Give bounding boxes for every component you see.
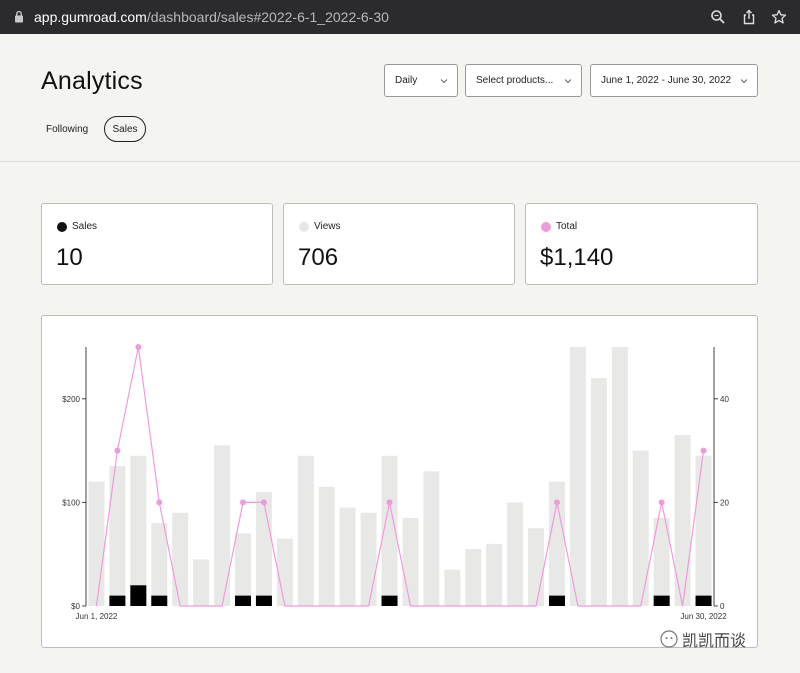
stat-label: Total	[556, 221, 578, 232]
total-legend-dot	[541, 222, 551, 232]
views-bar	[569, 347, 586, 606]
products-select-value: Select products...	[476, 75, 554, 86]
total-point	[135, 344, 142, 350]
views-bar	[444, 569, 461, 606]
views-bar	[528, 528, 545, 606]
y-tick-label-right: 40	[720, 395, 729, 404]
bookmark-star-icon[interactable]	[771, 9, 787, 25]
views-bar	[151, 523, 168, 606]
tab-sales[interactable]: Sales	[104, 116, 146, 142]
zoom-icon[interactable]	[710, 9, 726, 25]
views-bar	[465, 549, 482, 606]
stat-label: Sales	[72, 221, 98, 232]
stat-card-views: Views 706	[283, 203, 515, 285]
lock-icon	[15, 10, 23, 23]
interval-select-value: Daily	[395, 75, 418, 86]
sales-bar	[381, 595, 398, 606]
page-title: Analytics	[41, 67, 143, 95]
watermark: 凯凯而谈	[660, 627, 746, 651]
sales-bar	[255, 595, 272, 606]
chevron-down-icon	[440, 79, 448, 84]
views-bar	[486, 543, 503, 606]
views-bar	[235, 533, 251, 606]
total-point	[240, 499, 246, 506]
chevron-down-icon	[740, 79, 748, 84]
views-bar	[193, 559, 210, 606]
views-bar	[611, 347, 628, 606]
stat-card-total: Total $1,140	[525, 203, 758, 285]
views-bar	[255, 492, 272, 606]
total-point	[386, 499, 393, 506]
views-bar	[339, 507, 356, 606]
stat-value: $1,140	[540, 244, 614, 271]
y-tick-label-right: 0	[720, 602, 725, 611]
total-point	[554, 499, 560, 506]
header-divider	[0, 161, 800, 162]
views-bar	[130, 455, 147, 606]
sales-legend-dot	[57, 222, 67, 232]
browser-address-bar[interactable]: app.gumroad.com/dashboard/sales#2022-6-1…	[0, 0, 800, 34]
share-icon[interactable]	[741, 9, 757, 25]
sales-bar	[549, 595, 565, 606]
views-bar	[214, 445, 231, 606]
y-tick-label-left: $100	[62, 498, 80, 507]
products-select[interactable]: Select products...	[465, 64, 582, 97]
views-bar	[402, 517, 419, 606]
stat-label: Views	[314, 221, 341, 232]
views-legend-dot	[299, 222, 309, 232]
total-point	[156, 499, 163, 506]
watermark-text: 凯凯而谈	[682, 633, 747, 650]
views-bar	[88, 481, 105, 606]
views-bar	[632, 450, 649, 606]
chevron-down-icon	[564, 79, 572, 84]
y-tick-label-right: 20	[720, 498, 729, 507]
views-bar	[507, 502, 524, 606]
tab-following[interactable]: Following	[46, 124, 88, 135]
views-bar	[276, 538, 293, 606]
x-tick-label: Jun 1, 2022	[76, 612, 118, 621]
interval-select[interactable]: Daily	[384, 64, 458, 97]
views-bar	[590, 378, 607, 606]
views-bar	[109, 466, 126, 606]
stat-value: 10	[56, 244, 83, 271]
views-bar	[360, 512, 377, 606]
sales-bar	[695, 595, 712, 606]
x-tick-label: Jun 30, 2022	[680, 612, 727, 621]
y-tick-label-left: $200	[62, 395, 80, 404]
stat-value: 706	[298, 244, 339, 271]
sales-bar	[653, 595, 670, 606]
total-point	[260, 499, 267, 506]
url-domain: app.gumroad.com	[34, 9, 147, 25]
views-bar	[318, 486, 335, 606]
stat-card-sales: Sales 10	[41, 203, 273, 285]
url-path: /dashboard/sales#2022-6-1_2022-6-30	[146, 9, 389, 25]
views-bar	[172, 512, 189, 606]
url-text[interactable]: app.gumroad.com/dashboard/sales#2022-6-1…	[34, 9, 389, 25]
sales-bar	[109, 595, 126, 606]
date-range-select[interactable]: June 1, 2022 - June 30, 2022	[590, 64, 758, 97]
sales-bar	[235, 595, 251, 606]
views-bar	[423, 471, 440, 606]
wechat-icon	[660, 630, 678, 648]
total-point	[114, 447, 121, 454]
y-tick-label-left: $0	[71, 602, 80, 611]
sales-bar	[151, 595, 168, 606]
sales-bar	[130, 585, 147, 606]
views-bar	[695, 455, 712, 606]
total-point	[700, 447, 707, 454]
views-bar	[297, 455, 314, 606]
date-range-value: June 1, 2022 - June 30, 2022	[601, 75, 732, 86]
sales-chart[interactable]: $0 $100 $200 0 20 40 Jun 1, 2022 Jun 30, 2022	[41, 315, 758, 648]
total-point	[658, 499, 665, 506]
